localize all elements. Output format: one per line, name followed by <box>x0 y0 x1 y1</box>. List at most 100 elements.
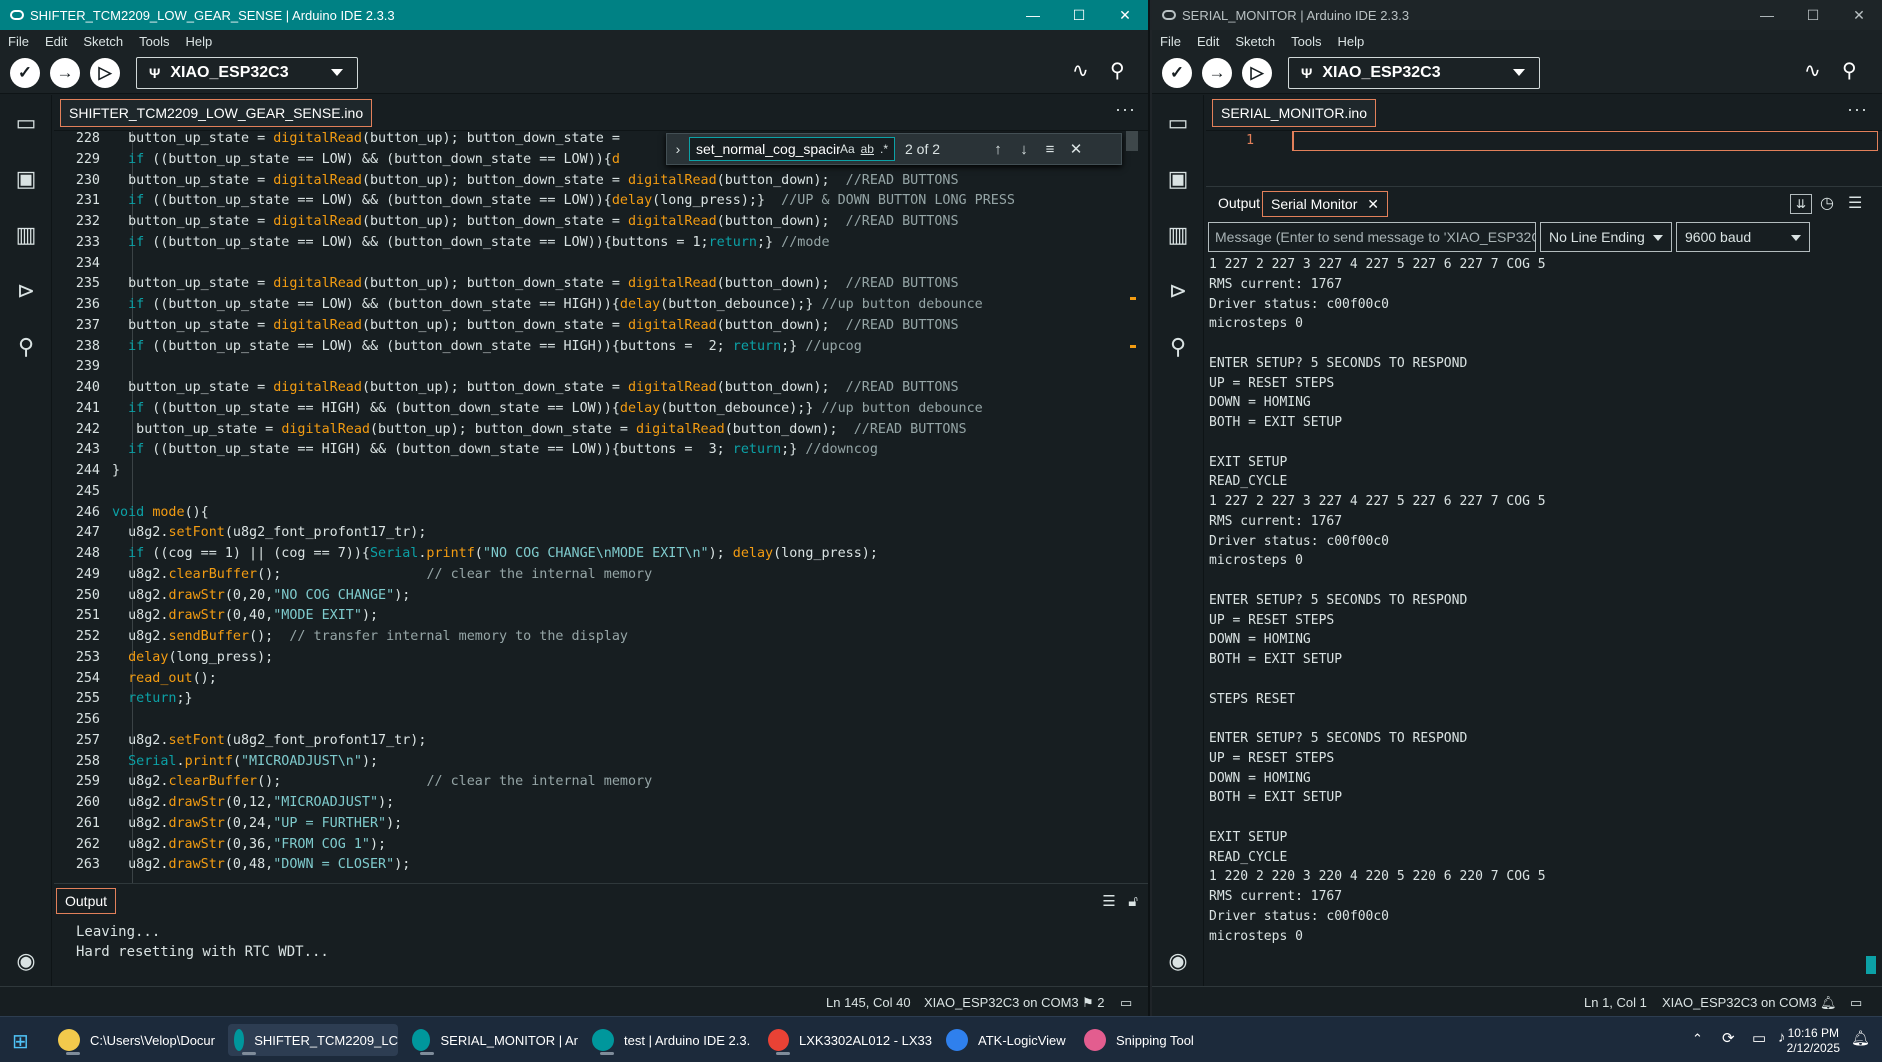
close-find-icon[interactable]: ✕ <box>1063 140 1089 158</box>
menu-tools[interactable]: Tools <box>1283 34 1329 49</box>
debug-button[interactable]: ▷ <box>1242 57 1272 88</box>
taskbar-item[interactable]: Snipping Tool <box>1078 1024 1208 1056</box>
code-line[interactable]: read_out(); <box>112 671 217 686</box>
close-tab-icon[interactable]: ✕ <box>1367 196 1379 212</box>
menu-file[interactable]: File <box>1152 34 1189 49</box>
find-input[interactable]: set_normal_cog_spacing Aa ab .* <box>689 137 895 161</box>
serial-plotter-icon[interactable]: ∿ <box>1804 58 1821 83</box>
taskbar-item[interactable]: ATK-LogicView <box>940 1024 1070 1056</box>
code-line[interactable]: } <box>112 463 120 478</box>
sync-icon[interactable]: ⟳ <box>1722 1029 1735 1047</box>
notifications-icon[interactable]: 🔔︎ <box>1820 995 1837 1011</box>
code-line[interactable]: u8g2.drawStr(0,12,"MICROADJUST"); <box>112 795 394 810</box>
scrollbar-thumb[interactable] <box>1126 131 1138 151</box>
regex-toggle[interactable]: .* <box>880 138 888 160</box>
code-line[interactable]: u8g2.clearBuffer(); // clear the interna… <box>112 567 652 582</box>
serial-monitor-icon[interactable]: ⚲ <box>1842 58 1857 83</box>
code-line[interactable]: u8g2.drawStr(0,20,"NO COG CHANGE"); <box>112 588 410 603</box>
editor-tab[interactable]: SERIAL_MONITOR.ino <box>1212 99 1377 127</box>
code-line[interactable]: button_up_state = digitalRead(button_up)… <box>112 422 966 437</box>
code-line[interactable]: if ((button_up_state == LOW) && (button_… <box>112 152 620 167</box>
volume-icon[interactable]: ♪ <box>1778 1029 1786 1046</box>
serial-plotter-icon[interactable]: ∿ <box>1072 58 1089 83</box>
debug-icon[interactable]: ⊳ <box>12 277 40 305</box>
taskbar-item[interactable]: SERIAL_MONITOR | Ar <box>406 1024 578 1056</box>
sketchbook-icon[interactable]: ▭ <box>12 109 40 137</box>
lock-scroll-icon[interactable]: 🔓︎ <box>1128 893 1138 910</box>
editor-scrollbar[interactable] <box>1126 131 1138 883</box>
code-line[interactable]: void mode(){ <box>112 505 209 520</box>
board-selector[interactable]: Ψ XIAO_ESP32C3 <box>1288 56 1540 89</box>
menu-tools[interactable]: Tools <box>131 34 177 49</box>
profile-icon[interactable]: ◉ <box>12 947 40 975</box>
close-icon[interactable]: ✕ <box>1102 7 1148 24</box>
menu-sketch[interactable]: Sketch <box>1227 34 1283 49</box>
debug-button[interactable]: ▷ <box>90 57 120 88</box>
code-line[interactable]: button_up_state = digitalRead(button_up)… <box>112 318 958 333</box>
upload-button[interactable]: → <box>1202 57 1232 88</box>
board-port-status[interactable]: XIAO_ESP32C3 on COM3 <box>924 995 1079 1010</box>
code-line[interactable]: button_up_state = digitalRead(button_up)… <box>112 276 958 291</box>
board-port-status[interactable]: XIAO_ESP32C3 on COM3 <box>1662 995 1817 1010</box>
line-ending-select[interactable]: No Line Ending <box>1540 222 1672 252</box>
code-line[interactable]: return;} <box>112 691 193 706</box>
output-tab[interactable]: Output <box>56 888 117 914</box>
boards-manager-icon[interactable]: ▣ <box>12 165 40 193</box>
profile-icon[interactable]: ◉ <box>1164 947 1192 975</box>
code-line[interactable]: button_up_state = digitalRead(button_up)… <box>112 214 958 229</box>
code-line[interactable]: u8g2.drawStr(0,24,"UP = FURTHER"); <box>112 816 402 831</box>
toggle-panel-icon[interactable]: ▭ <box>1850 995 1862 1011</box>
search-icon[interactable]: ⚲ <box>12 333 40 361</box>
clear-output-icon[interactable]: ☰ <box>1848 193 1862 213</box>
code-line[interactable]: u8g2.drawStr(0,40,"MODE EXIT"); <box>112 608 378 623</box>
serial-monitor-icon[interactable]: ⚲ <box>1110 58 1125 83</box>
code-editor[interactable]: 228 229 230 231 232 233 234 235 236 237 238 239 240 2… <box>54 131 1138 883</box>
board-selector[interactable]: Ψ XIAO_ESP32C3 <box>136 56 358 89</box>
code-line[interactable]: if ((button_up_state == LOW) && (button_… <box>112 193 1015 208</box>
code-line[interactable]: button_up_state = digitalRead(button_up)… <box>112 380 958 395</box>
search-icon[interactable]: ⚲ <box>1164 333 1192 361</box>
maximize-icon[interactable]: ☐ <box>1790 7 1836 24</box>
menu-edit[interactable]: Edit <box>37 34 75 49</box>
more-icon[interactable]: ··· <box>1115 99 1136 120</box>
serial-monitor-tab[interactable]: Serial Monitor ✕ <box>1262 191 1388 217</box>
code-line[interactable]: delay(long_press); <box>112 650 273 665</box>
match-word-toggle[interactable]: ab <box>861 138 874 160</box>
boards-manager-icon[interactable]: ▣ <box>1164 165 1192 193</box>
timestamp-icon[interactable]: ◷ <box>1820 193 1834 213</box>
menu-edit[interactable]: Edit <box>1189 34 1227 49</box>
verify-button[interactable]: ✓ <box>1162 57 1192 88</box>
menu-help[interactable]: Help <box>1329 34 1372 49</box>
code-line[interactable]: u8g2.drawStr(0,48,"DOWN = CLOSER"); <box>112 857 410 872</box>
minimize-icon[interactable]: — <box>1744 7 1790 23</box>
code-line[interactable]: if ((button_up_state == HIGH) && (button… <box>112 401 983 416</box>
code-line[interactable]: if ((cog == 1) || (cog == 7)){Serial.pri… <box>112 546 878 561</box>
close-icon[interactable]: ✕ <box>1836 7 1882 24</box>
code-editor[interactable]: 1 <box>1206 131 1882 187</box>
upload-button[interactable]: → <box>50 57 80 88</box>
clear-output-icon[interactable]: ☰ <box>1102 893 1115 910</box>
code-line[interactable]: u8g2.sendBuffer(); // transfer internal … <box>112 629 628 644</box>
notifications-icon[interactable]: ⚑ 2 <box>1082 995 1105 1011</box>
code-line[interactable]: button_up_state = digitalRead(button_up)… <box>112 173 958 188</box>
menu-help[interactable]: Help <box>177 34 220 49</box>
find-in-selection-icon[interactable]: ≡ <box>1037 141 1063 158</box>
taskbar-item[interactable]: C:\Users\Velop\Docur <box>52 1024 222 1056</box>
serial-message-input[interactable]: Message (Enter to send message to 'XIAO_… <box>1208 222 1536 252</box>
taskbar-item[interactable]: LXK3302AL012 - LX33 <box>762 1024 932 1056</box>
menu-file[interactable]: File <box>0 34 37 49</box>
autoscroll-icon[interactable]: ⇊ <box>1790 194 1812 214</box>
windows-start-icon[interactable]: ⊞ <box>12 1029 29 1054</box>
taskbar-item[interactable]: test | Arduino IDE 2.3. <box>586 1024 754 1056</box>
code-line[interactable]: u8g2.setFont(u8g2_font_profont17_tr); <box>112 733 426 748</box>
code-line[interactable]: if ((button_up_state == LOW) && (button_… <box>112 339 862 354</box>
cursor-position[interactable]: Ln 145, Col 40 <box>826 995 911 1010</box>
minimize-icon[interactable]: — <box>1010 7 1056 23</box>
sketchbook-icon[interactable]: ▭ <box>1164 109 1192 137</box>
match-case-toggle[interactable]: Aa <box>840 138 855 160</box>
library-manager-icon[interactable]: ▥ <box>1164 221 1192 249</box>
baud-rate-select[interactable]: 9600 baud <box>1676 222 1810 252</box>
code-line[interactable]: button_up_state = digitalRead(button_up)… <box>112 131 620 146</box>
cursor-position[interactable]: Ln 1, Col 1 <box>1584 995 1647 1010</box>
maximize-icon[interactable]: ☐ <box>1056 7 1102 24</box>
